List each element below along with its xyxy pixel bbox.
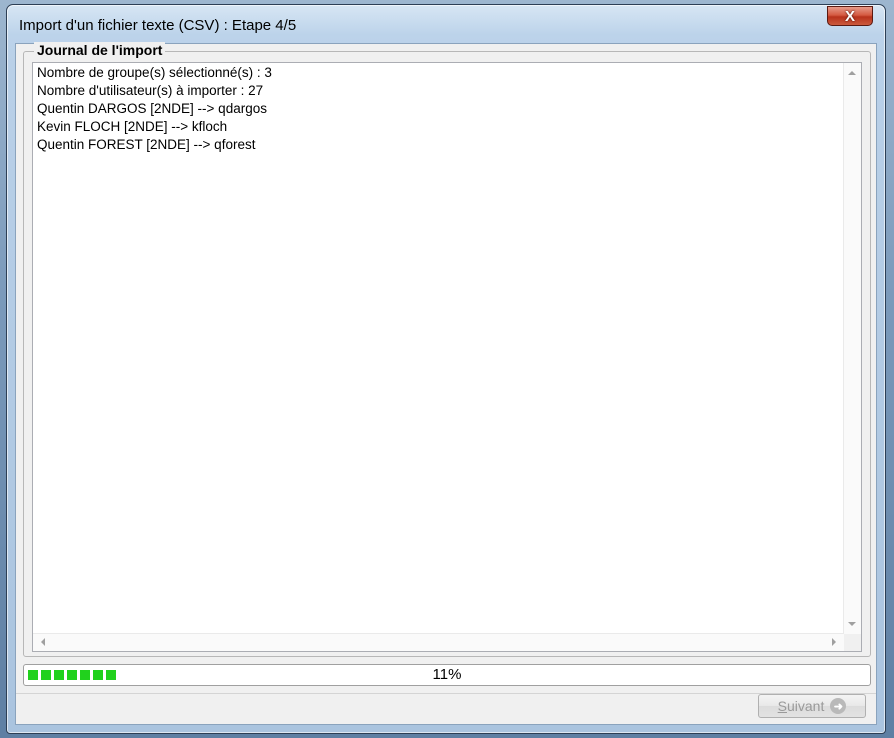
scroll-down-arrow-icon[interactable] [848, 622, 856, 626]
footer-divider [16, 693, 876, 694]
log-line: Quentin DARGOS [2NDE] --> qdargos [37, 101, 267, 116]
dialog-client-area: Journal de l'import Nombre de groupe(s) … [15, 42, 877, 725]
vertical-scrollbar[interactable] [843, 63, 861, 634]
group-title: Journal de l'import [34, 42, 166, 58]
import-progress-bar: 11% [23, 664, 871, 686]
close-icon: X [844, 7, 855, 25]
scroll-right-arrow-icon[interactable] [832, 638, 836, 646]
horizontal-scrollbar[interactable] [33, 633, 844, 651]
window-title: Import d'un fichier texte (CSV) : Etape … [19, 17, 297, 34]
close-button[interactable]: X [827, 6, 873, 26]
import-log-textbox[interactable]: Nombre de groupe(s) sélectionné(s) : 3 N… [32, 62, 862, 652]
next-button[interactable]: Suivant ➜ [758, 694, 866, 718]
next-button-label: Suivant [777, 698, 825, 714]
log-lines: Nombre de groupe(s) sélectionné(s) : 3 N… [37, 64, 837, 154]
arrow-right-circle-icon: ➜ [830, 698, 847, 714]
scroll-up-arrow-icon[interactable] [848, 71, 856, 75]
progress-percent-label: 11% [432, 666, 462, 683]
log-line: Nombre d'utilisateur(s) à importer : 27 [37, 83, 264, 98]
import-log-group: Journal de l'import Nombre de groupe(s) … [23, 42, 871, 657]
title-bar[interactable]: Import d'un fichier texte (CSV) : Etape … [7, 5, 885, 43]
scroll-left-arrow-icon[interactable] [41, 638, 45, 646]
log-line: Nombre de groupe(s) sélectionné(s) : 3 [37, 65, 272, 80]
import-dialog: Import d'un fichier texte (CSV) : Etape … [6, 4, 886, 734]
log-line: Kevin FLOCH [2NDE] --> kfloch [37, 119, 228, 134]
scrollbar-corner [844, 634, 861, 651]
log-line: Quentin FOREST [2NDE] --> qforest [37, 137, 256, 152]
